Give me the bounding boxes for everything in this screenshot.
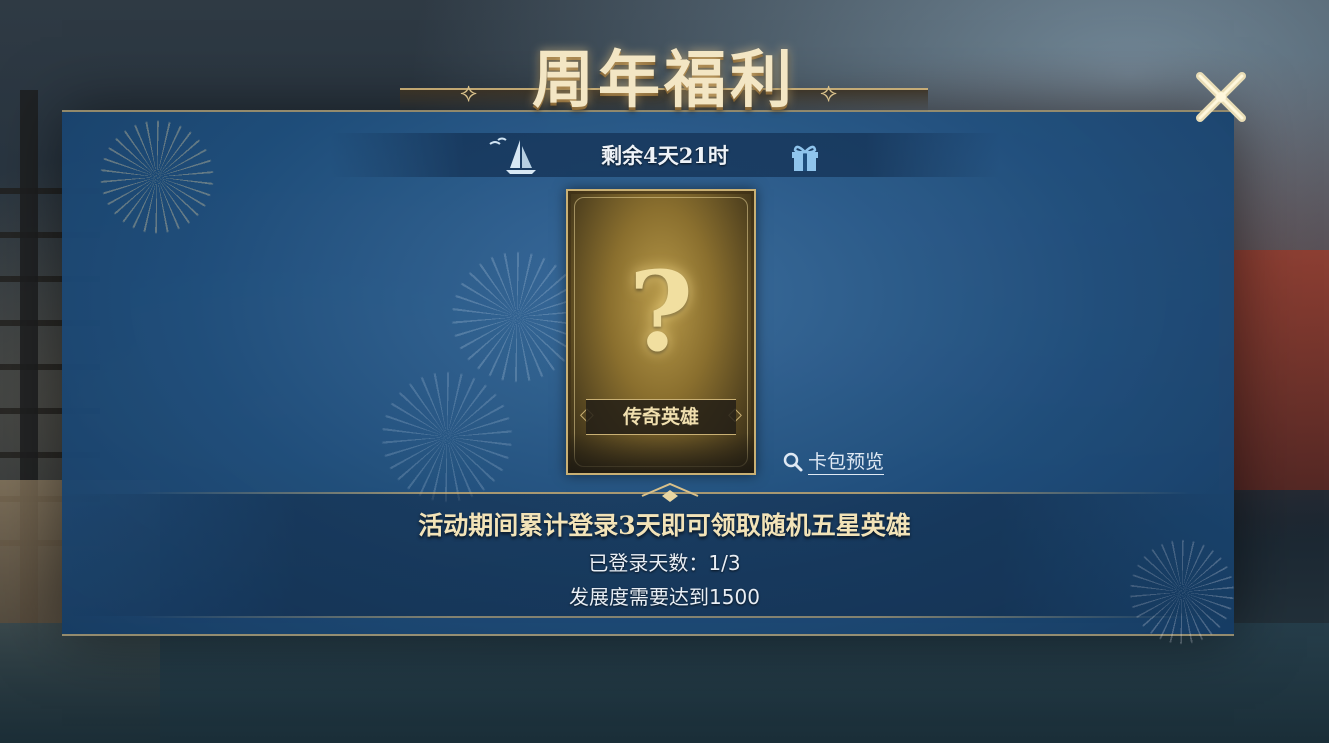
firework-decoration (372, 362, 522, 512)
firework-decoration (92, 112, 222, 242)
pack-preview-link[interactable]: 卡包预览 (782, 448, 885, 476)
card-label: 传奇英雄 (586, 399, 736, 435)
close-button[interactable] (1192, 68, 1250, 126)
close-icon (1196, 72, 1246, 122)
divider-ornament (641, 482, 699, 502)
divider-bottom (140, 616, 1190, 618)
sailboat-icon (489, 137, 536, 174)
title-flourish-left: ⟡ (460, 78, 478, 108)
mystery-symbol: ? (628, 247, 694, 376)
title-flourish-right: ⟡ (820, 78, 838, 108)
time-remaining: 剩余4天21时 (601, 143, 729, 168)
pack-preview-label: 卡包预览 (808, 450, 885, 475)
legendary-hero-card[interactable]: ? ◇ ◇ 传奇英雄 (566, 189, 756, 475)
card-shadow (568, 433, 754, 473)
development-requirement: 发展度需要达到1500 (569, 585, 760, 609)
game-scene: ⟡ ⟡ 周年福利 剩余4天21时 ? ◇ ◇ 传奇英雄 (0, 0, 1329, 743)
reward-description: 活动期间累计登录3天即可领取随机五星英雄 (418, 511, 911, 540)
search-icon (783, 452, 803, 472)
page-title: 周年福利 (531, 43, 796, 116)
background-sea (0, 623, 1329, 743)
background-ship (1219, 250, 1329, 490)
login-progress: 已登录天数：1/3 (588, 551, 741, 575)
gift-icon[interactable] (788, 140, 822, 174)
